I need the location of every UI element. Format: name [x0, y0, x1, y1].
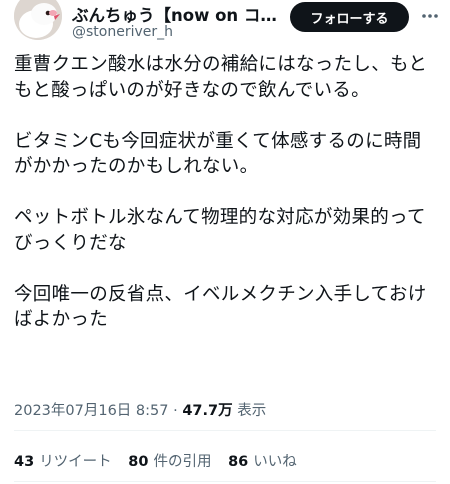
retweets-stat[interactable]: 43 リツイート [14, 450, 112, 471]
avatar-image [14, 0, 62, 40]
quotes-count: 80 [128, 454, 149, 470]
retweets-label: リツイート [39, 454, 112, 470]
tweet-meta: 2023年07月16日 8:57 · 47.7万 表示 [14, 399, 266, 420]
engagement-stats: 43 リツイート 80 件の引用 86 いいね [14, 450, 309, 471]
author-handle[interactable]: @stoneriver_h [72, 24, 173, 40]
tweet-paragraph: 重曹クエン酸水は水分の補給にはなったし、もともと酸っぱいのが好きなので飲んでいる… [14, 54, 428, 101]
divider [14, 481, 436, 482]
follow-button[interactable]: フォローする [290, 2, 409, 32]
views-label: 表示 [237, 403, 267, 419]
views-count: 47.7万 [182, 403, 233, 419]
tweet-paragraph: 今回唯一の反省点、イベルメクチン入手しておけばよかった [14, 283, 427, 331]
avatar[interactable] [14, 0, 62, 40]
divider [14, 430, 436, 431]
likes-label: いいね [253, 454, 297, 470]
tweet-text: 重曹クエン酸水は水分の補給にはなったし、もともと酸っぱいのが好きなので飲んでいる… [14, 52, 440, 333]
likes-stat[interactable]: 86 いいね [228, 450, 297, 471]
quotes-label: 件の引用 [153, 454, 212, 470]
more-options-button[interactable] [418, 4, 442, 28]
likes-count: 86 [228, 454, 249, 470]
tweet-paragraph: ビタミンCも今回症状が重くて体感するのに時間がかかったのかもしれない。 [14, 130, 422, 178]
more-icon [422, 14, 438, 18]
timestamp[interactable]: 2023年07月16日 8:57 [14, 403, 168, 419]
author-name[interactable]: ぶんちゅう【now on コ… [72, 2, 284, 26]
tweet-paragraph: ペットボトル氷なんて物理的な対応が効果的ってびっくりだな [14, 207, 426, 254]
quotes-stat[interactable]: 80 件の引用 [128, 450, 211, 471]
meta-separator: · [173, 403, 178, 419]
retweets-count: 43 [14, 454, 35, 470]
